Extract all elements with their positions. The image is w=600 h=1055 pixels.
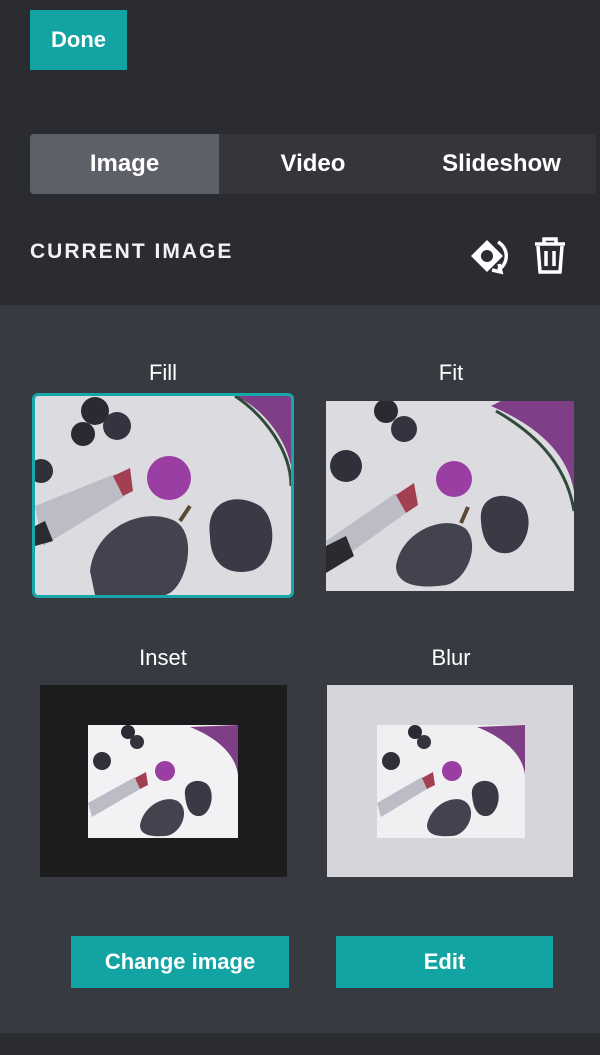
section-title: CURRENT IMAGE [30,240,234,263]
fit-preview-image [326,401,574,591]
option-fill[interactable] [32,393,294,598]
option-label-blur: Blur [431,645,471,670]
option-label-fit: Fit [438,360,464,385]
done-button[interactable]: Done [30,10,127,70]
trash-icon[interactable] [530,234,570,278]
media-type-tabs: Image Video Slideshow [30,134,596,194]
change-image-button[interactable]: Change image [71,936,289,988]
tab-image[interactable]: Image [30,134,219,194]
option-fit[interactable] [326,401,574,591]
option-inset[interactable] [40,685,287,877]
blur-preview-image [327,685,573,877]
tab-video[interactable]: Video [219,134,407,194]
edit-button[interactable]: Edit [336,936,553,988]
option-blur[interactable] [327,685,573,877]
option-label-inset: Inset [139,645,187,670]
bottom-strip [0,1033,600,1055]
tab-slideshow[interactable]: Slideshow [407,134,596,194]
inset-preview-image [88,725,238,838]
replace-icon[interactable] [465,234,513,278]
option-label-fill: Fill [148,360,178,385]
fill-preview-image [35,396,291,595]
